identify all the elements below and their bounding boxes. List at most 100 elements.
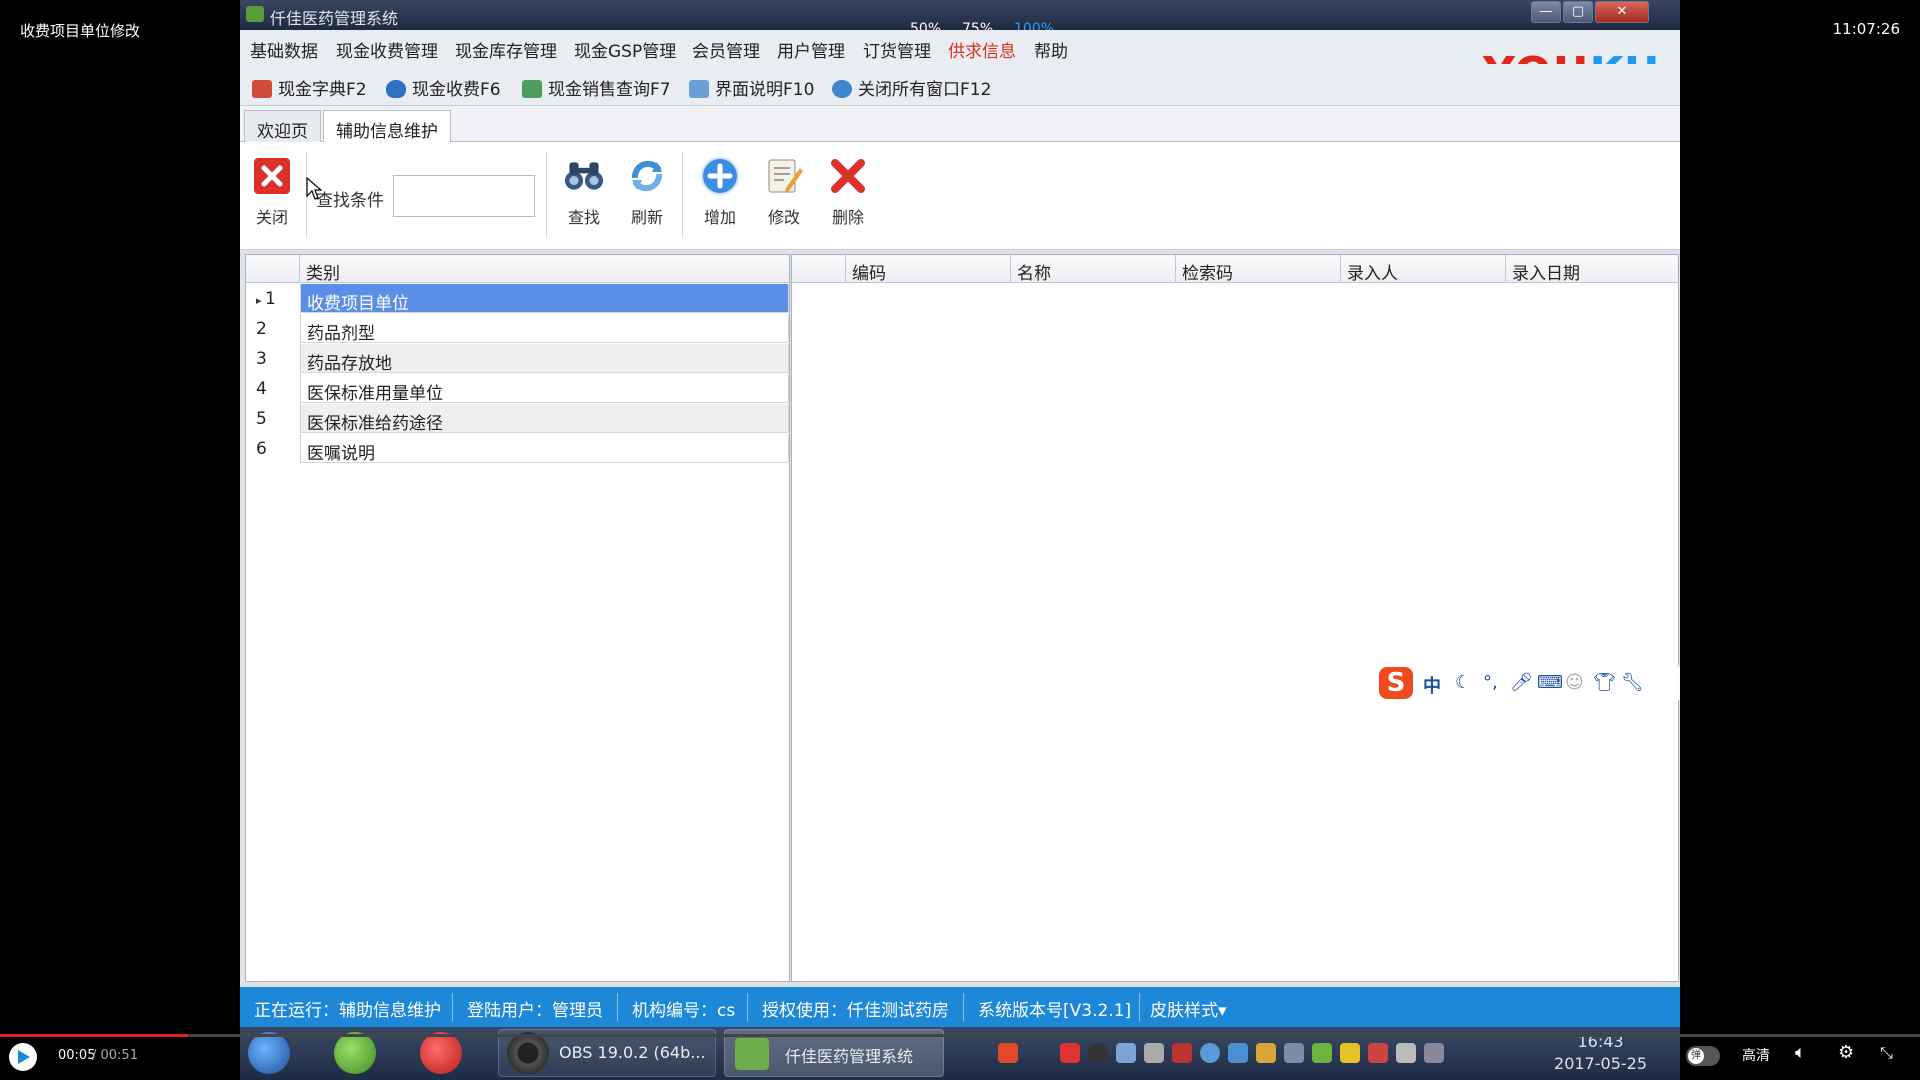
- column-code[interactable]: 编码: [846, 255, 1011, 284]
- search-input[interactable]: [393, 175, 535, 217]
- microphone-icon[interactable]: 🎤︎: [1510, 672, 1533, 693]
- danmaku-toggle[interactable]: 弹: [1686, 1046, 1720, 1066]
- sogou-tray-icon[interactable]: [998, 1043, 1018, 1063]
- volume-tray-icon[interactable]: [1396, 1043, 1416, 1063]
- delete-button[interactable]: 删除: [821, 156, 875, 228]
- time-total: / 00:51: [92, 1048, 138, 1063]
- skin-dropdown[interactable]: 皮肤样式▾: [1150, 996, 1227, 1021]
- qq-tray-icon[interactable]: [1256, 1043, 1276, 1063]
- security-tray-icon[interactable]: [1340, 1043, 1360, 1063]
- refresh-icon: [627, 156, 667, 196]
- maximize-button[interactable]: ▢: [1563, 1, 1593, 23]
- row-number-header: [246, 255, 300, 283]
- printer-tray-icon[interactable]: [1144, 1043, 1164, 1063]
- column-entered-by[interactable]: 录入人: [1341, 255, 1506, 284]
- mouse-cursor-icon: [306, 177, 322, 200]
- table-cell[interactable]: 医保标准用量单位: [300, 374, 789, 404]
- menu-order[interactable]: 订货管理: [863, 37, 931, 62]
- shield-tray-icon[interactable]: [1116, 1043, 1136, 1063]
- tray-icon[interactable]: [1060, 1043, 1080, 1063]
- volume-icon[interactable]: 🔈︎: [1795, 1042, 1806, 1063]
- table-cell[interactable]: 药品存放地: [300, 344, 789, 374]
- menu-cash-charge[interactable]: 现金收费管理: [336, 37, 438, 62]
- keyboard-icon[interactable]: ⌨: [1537, 672, 1563, 693]
- table-row[interactable]: 6 医嘱说明: [246, 434, 789, 464]
- quick-dictionary[interactable]: 现金字典F2: [252, 75, 367, 100]
- quick-charge[interactable]: 现金收费F6: [386, 75, 501, 100]
- user-icon[interactable]: ☺: [1565, 672, 1584, 693]
- delete-x-icon: [828, 156, 868, 196]
- menu-cash-stock[interactable]: 现金库存管理: [455, 37, 557, 62]
- menu-basic-data[interactable]: 基础数据: [250, 37, 318, 62]
- sogou-logo-icon[interactable]: S: [1379, 667, 1413, 699]
- app-icon: [246, 6, 264, 22]
- exit-fullscreen-icon[interactable]: ⤡: [1880, 1043, 1893, 1063]
- quality-button[interactable]: 高清: [1742, 1045, 1770, 1065]
- status-divider: [1139, 993, 1140, 1021]
- ime-mode[interactable]: 中: [1423, 672, 1441, 698]
- quick-sales-query[interactable]: 现金销售查询F7: [522, 75, 671, 100]
- start-button-icon[interactable]: [248, 1032, 290, 1074]
- moon-icon[interactable]: ☾: [1455, 672, 1471, 693]
- menu-user[interactable]: 用户管理: [777, 37, 845, 62]
- close-window-button[interactable]: ✕: [1595, 1, 1649, 23]
- column-search-code[interactable]: 检索码: [1176, 255, 1341, 284]
- tray-icon[interactable]: [1284, 1043, 1304, 1063]
- tab-aux-info[interactable]: 辅助信息维护: [323, 110, 451, 143]
- edit-button[interactable]: 修改: [757, 156, 811, 228]
- progress-track[interactable]: [0, 1034, 1920, 1037]
- table-row[interactable]: 4 医保标准用量单位: [246, 374, 789, 404]
- tray-icon[interactable]: [1172, 1043, 1192, 1063]
- column-entry-date[interactable]: 录入日期: [1506, 255, 1678, 284]
- menu-cash-gsp[interactable]: 现金GSP管理: [574, 37, 676, 62]
- table-row[interactable]: ▸ 1 收费项目单位: [246, 284, 789, 314]
- tray-icon[interactable]: [1368, 1043, 1388, 1063]
- column-name[interactable]: 名称: [1011, 255, 1176, 284]
- tray-icon[interactable]: [1088, 1043, 1108, 1063]
- detail-grid: 编码 名称 检索码 录入人 录入日期: [791, 254, 1679, 982]
- grid-header: 类别: [246, 255, 790, 284]
- settings-gear-icon[interactable]: ⚙: [1838, 1042, 1854, 1063]
- menu-member[interactable]: 会员管理: [692, 37, 760, 62]
- tray-icon[interactable]: [1228, 1043, 1248, 1063]
- add-button[interactable]: 增加: [693, 156, 747, 228]
- table-row[interactable]: 5 医保标准给药途径: [246, 404, 789, 434]
- table-cell[interactable]: 药品剂型: [300, 314, 789, 344]
- wrench-icon[interactable]: 🔧︎: [1621, 672, 1644, 693]
- refresh-button[interactable]: 刷新: [620, 156, 674, 228]
- toolbar-divider: [546, 152, 547, 238]
- network-tray-icon[interactable]: [1200, 1043, 1220, 1063]
- status-org: 机构编号：cs: [632, 1001, 736, 1021]
- progress-fill: [0, 1034, 189, 1037]
- status-user: 登陆用户：管理员: [467, 1001, 603, 1021]
- shirt-icon[interactable]: 👕︎: [1593, 672, 1616, 693]
- row-number-header: [792, 255, 846, 283]
- close-button[interactable]: 关闭: [245, 156, 299, 228]
- toolbar-divider: [682, 152, 683, 238]
- taskbar-clock[interactable]: 16:43 2017-05-25: [1554, 1031, 1647, 1075]
- binoculars-icon: [564, 156, 604, 196]
- menu-help[interactable]: 帮助: [1034, 37, 1068, 62]
- column-category[interactable]: 类别: [300, 255, 790, 284]
- tray-icon[interactable]: [1312, 1043, 1332, 1063]
- app-window: 仟佳医药管理系统 — ▢ ✕ 50% 75% 100% 基础数据 现金收费管理 …: [240, 0, 1680, 1080]
- tab-welcome[interactable]: 欢迎页: [244, 110, 321, 142]
- status-version: 系统版本号[V3.2.1]: [978, 1001, 1132, 1021]
- table-cell[interactable]: 医保标准给药途径: [300, 404, 789, 434]
- table-row[interactable]: 3 药品存放地: [246, 344, 789, 374]
- menu-supply[interactable]: 供求信息: [948, 37, 1016, 62]
- quick-help[interactable]: 界面说明F10: [689, 75, 814, 100]
- display-tray-icon[interactable]: [1424, 1043, 1444, 1063]
- quick-close-all[interactable]: 关闭所有窗口F12: [832, 75, 991, 100]
- minimize-button[interactable]: —: [1531, 1, 1561, 23]
- status-license: 授权使用：仟佳测试药房: [762, 1001, 949, 1021]
- table-cell[interactable]: 收费项目单位: [300, 284, 789, 314]
- app-taskbar-icon: [735, 1038, 769, 1070]
- find-button[interactable]: 查找: [557, 156, 611, 228]
- obs-icon: [507, 1032, 549, 1074]
- table-cell[interactable]: 医嘱说明: [300, 434, 789, 464]
- punctuation-icon[interactable]: °,: [1483, 672, 1498, 693]
- app-launcher-icon[interactable]: [334, 1032, 376, 1074]
- table-row[interactable]: 2 药品剂型: [246, 314, 789, 344]
- music-app-icon[interactable]: [420, 1032, 462, 1074]
